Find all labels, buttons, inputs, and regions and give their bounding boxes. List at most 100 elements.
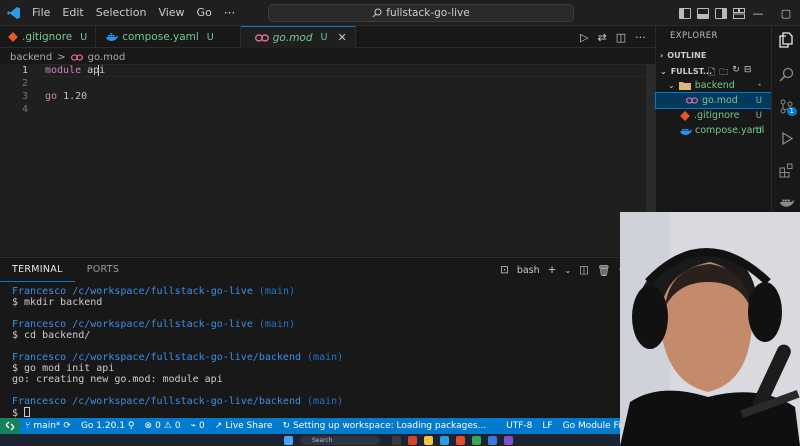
vscode-taskbar-icon[interactable]: [440, 436, 449, 445]
menu-go[interactable]: Go: [191, 0, 218, 26]
remote-indicator-icon[interactable]: [0, 418, 20, 434]
tree-item-compose-yaml[interactable]: compose.yaml U: [656, 123, 772, 138]
breadcrumb-file[interactable]: go.mod: [88, 52, 126, 63]
chrome-taskbar-icon[interactable]: [472, 436, 481, 445]
tab-gitignore[interactable]: .gitignore U: [0, 26, 97, 48]
run-icon[interactable]: ▷: [580, 31, 588, 44]
code-number: 1.20: [57, 91, 88, 102]
code-line[interactable]: 1 module api: [0, 64, 655, 77]
chevron-down-icon: ⌄: [668, 81, 675, 90]
editor-tab-bar: .gitignore U compose.yaml U go.mod U ✕: [0, 26, 655, 48]
terminal-input-line[interactable]: $: [12, 407, 652, 419]
menu-more-button[interactable]: ···: [218, 6, 241, 20]
go-icon: [70, 53, 83, 61]
search-icon: [372, 8, 382, 18]
tree-item-gitignore[interactable]: .gitignore U: [656, 108, 772, 123]
new-terminal-icon[interactable]: +: [548, 264, 557, 276]
go-version-status[interactable]: Go 1.20.1 ⚲: [76, 421, 140, 431]
file-explorer-icon[interactable]: [424, 436, 433, 445]
ports-status[interactable]: ⌁ 0: [186, 421, 210, 431]
menu-selection[interactable]: Selection: [90, 0, 153, 26]
sidebar-title: EXPLORER: [670, 31, 718, 41]
menu-view[interactable]: View: [152, 0, 190, 26]
command-center-search[interactable]: fullstack-go-live: [268, 4, 574, 22]
prompt-user: Francesco: [12, 319, 67, 330]
code-text: go 1.20: [45, 90, 87, 103]
workspace-loading-status[interactable]: ↻ Setting up workspace: Loading packages.…: [278, 421, 492, 431]
minimize-window-icon[interactable]: —: [744, 7, 772, 20]
encoding-status[interactable]: UTF-8: [501, 421, 537, 431]
sync-icon: ⟳: [63, 421, 71, 431]
code-editor[interactable]: 1 module api 2 3 go 1.20 4: [0, 64, 655, 256]
live-share-label: Live Share: [225, 421, 273, 431]
close-icon[interactable]: ✕: [337, 31, 346, 44]
code-line[interactable]: 3 go 1.20: [0, 90, 655, 103]
tab-terminal[interactable]: TERMINAL: [0, 259, 75, 282]
ports-count: 0: [199, 421, 205, 431]
git-icon: [8, 32, 18, 42]
section-label: OUTLINE: [667, 50, 707, 60]
toggle-primary-sidebar-icon[interactable]: [679, 7, 691, 19]
chevron-down-icon[interactable]: ⌄: [564, 266, 571, 275]
split-terminal-icon[interactable]: ◫: [579, 264, 589, 276]
line-number: 4: [21, 104, 28, 115]
section-label: FULLST...: [670, 66, 712, 76]
code-keyword: go: [45, 91, 58, 102]
explorer-icon[interactable]: [772, 26, 800, 54]
toggle-panel-icon[interactable]: [697, 7, 709, 19]
tab-label: go.mod: [272, 31, 313, 44]
more-actions-icon[interactable]: ···: [635, 31, 646, 44]
live-share-status[interactable]: ↗ Live Share: [210, 421, 278, 431]
outline-section-header[interactable]: › OUTLINE: [656, 48, 772, 62]
editor-scrollbar[interactable]: [646, 64, 655, 224]
bottom-panel: TERMINAL PORTS ⊡ bash + ⌄ ◫ 🗑 ··· ⌃ ✕ Fr…: [0, 257, 662, 419]
prompt-path: /c/workspace/fullstack-go-live: [72, 319, 253, 330]
taskbar-app-icon[interactable]: [408, 436, 417, 445]
branch-status[interactable]: ⑂ main* ⟳: [20, 421, 76, 431]
taskbar-search-box[interactable]: Search: [300, 436, 380, 445]
run-debug-icon[interactable]: [772, 124, 800, 152]
menu-file[interactable]: File: [26, 0, 56, 26]
extensions-icon[interactable]: [772, 156, 800, 184]
toggle-secondary-sidebar-icon[interactable]: [715, 7, 727, 19]
current-line-highlight: [38, 64, 648, 77]
menu-edit[interactable]: Edit: [56, 0, 89, 26]
task-view-icon[interactable]: [392, 436, 401, 445]
terminal-output[interactable]: Francesco /c/workspace/fullstack-go-live…: [12, 286, 652, 419]
code-line[interactable]: 2: [0, 77, 655, 90]
terminal-command-line: $ cd backend/: [12, 330, 91, 341]
maximize-window-icon[interactable]: ▢: [772, 7, 800, 20]
warning-icon: ⚠: [163, 421, 172, 431]
windows-start-icon[interactable]: [284, 436, 293, 445]
tree-item-backend[interactable]: ⌄ backend •: [656, 78, 772, 93]
problems-status[interactable]: ⊗ 0 ⚠ 0: [140, 421, 186, 431]
trash-icon[interactable]: 🗑: [597, 264, 610, 277]
taskbar-app-icon[interactable]: [488, 436, 497, 445]
taskbar-app-icon[interactable]: [504, 436, 513, 445]
terminal-output-line: go: creating new go.mod: module api: [12, 374, 223, 385]
text-cursor: [98, 65, 99, 76]
code-keyword: module: [45, 65, 82, 76]
tab-untracked-badge: U: [320, 32, 328, 43]
tab-go-mod[interactable]: go.mod U ✕: [240, 26, 356, 48]
source-control-icon[interactable]: 1: [772, 92, 800, 120]
code-text: module api: [45, 64, 105, 77]
tree-item-status: U: [755, 110, 762, 121]
webcam-overlay: [620, 212, 800, 446]
error-icon: ⊗: [144, 421, 153, 431]
eol-status[interactable]: LF: [537, 421, 557, 431]
split-editor-icon[interactable]: ◫: [616, 31, 626, 44]
breadcrumb-folder[interactable]: backend: [10, 52, 52, 63]
tab-compose-yaml[interactable]: compose.yaml U: [96, 26, 241, 48]
tree-item-go-mod[interactable]: go.mod U: [655, 92, 773, 109]
search-icon[interactable]: [772, 60, 800, 88]
terminal-shell-label[interactable]: bash: [517, 265, 540, 276]
code-line[interactable]: 4: [0, 103, 655, 116]
tab-untracked-badge: U: [206, 31, 214, 43]
go-icon: [686, 97, 698, 104]
chevron-right-icon: ›: [660, 50, 664, 60]
compare-changes-icon[interactable]: ⇄: [597, 31, 606, 44]
browser-taskbar-icon[interactable]: [456, 436, 465, 445]
tab-ports[interactable]: PORTS: [75, 259, 131, 281]
tree-item-status: U: [755, 125, 762, 136]
